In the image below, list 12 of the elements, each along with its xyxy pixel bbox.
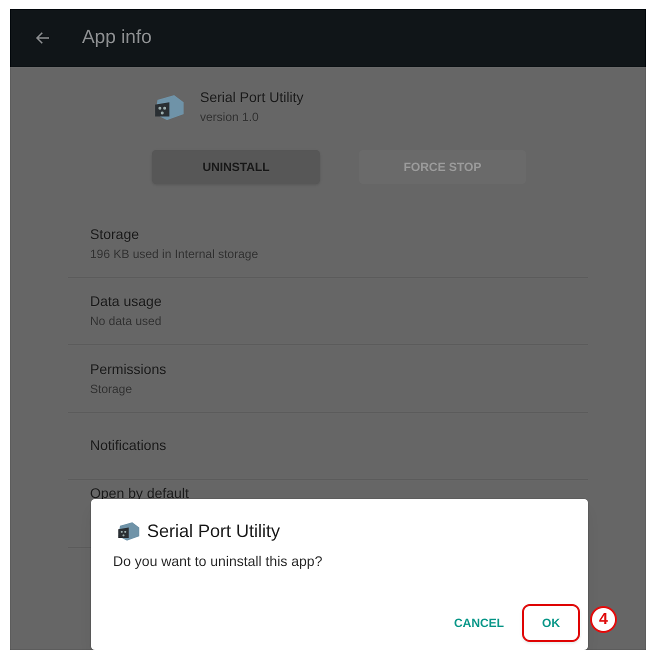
screen-title: App info (82, 26, 152, 50)
setting-title[interactable]: Storage (90, 224, 566, 245)
setting-title[interactable]: Permissions (90, 358, 566, 380)
dialog-button[interactable]: OK (522, 604, 580, 642)
dialog-message: Do you want to uninstall this app? (113, 552, 324, 571)
setting-title[interactable]: Data usage (90, 291, 566, 312)
setting-title[interactable]: Notifications (90, 435, 566, 456)
step-number-badge: 4 (590, 606, 617, 633)
dialog-title: Serial Port Utility (147, 520, 280, 543)
app-name: Serial Port Utility (200, 88, 304, 107)
action-button[interactable]: UNINSTALL (152, 150, 320, 184)
dialog-button[interactable]: CANCEL (446, 604, 512, 642)
